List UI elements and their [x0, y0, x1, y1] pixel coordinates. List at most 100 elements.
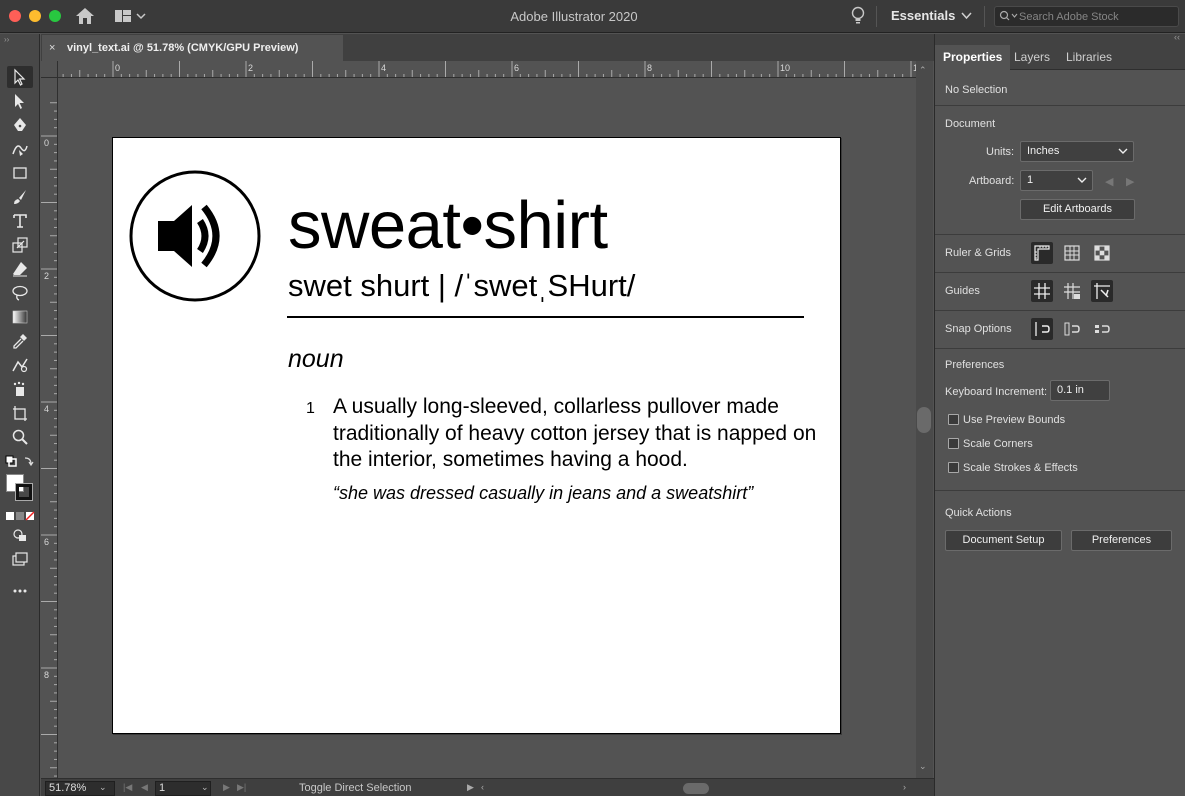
- symbol-sprayer-tool-icon[interactable]: [7, 378, 33, 400]
- chevron-down-icon[interactable]: [961, 11, 972, 20]
- horizontal-ruler[interactable]: 02468101: [58, 61, 916, 78]
- artboard-tool-icon[interactable]: [7, 402, 33, 424]
- stock-search-box[interactable]: [994, 6, 1179, 27]
- zoom-tool-icon[interactable]: [7, 426, 33, 448]
- previous-artboard-icon[interactable]: ◀: [141, 782, 148, 793]
- preferences-title: Preferences: [945, 359, 1005, 371]
- next-artboard-icon[interactable]: ▶: [223, 782, 230, 793]
- stroke-swatch[interactable]: [15, 483, 33, 501]
- keyboard-increment-field[interactable]: 0.1 in: [1050, 380, 1110, 401]
- gradient-tool-icon[interactable]: [7, 306, 33, 328]
- illustrator-window: Adobe Illustrator 2020 Essentials ››: [0, 0, 1185, 796]
- eraser-tool-icon[interactable]: [7, 258, 33, 280]
- paintbrush-tool-icon[interactable]: [7, 186, 33, 208]
- blend-tool-icon[interactable]: [7, 354, 33, 376]
- panel-divider: [935, 348, 1185, 349]
- close-tab-icon[interactable]: ×: [49, 42, 63, 54]
- next-artboard-icon[interactable]: ▶: [1126, 175, 1134, 188]
- color-mode-icons[interactable]: [5, 508, 35, 521]
- lightbulb-icon[interactable]: [850, 6, 866, 26]
- definition-number: 1: [306, 400, 315, 417]
- artboard-select[interactable]: 1: [1020, 170, 1093, 191]
- horizontal-scroll-thumb[interactable]: [683, 783, 709, 794]
- scale-corners-checkbox[interactable]: [948, 438, 959, 449]
- scale-tool-icon[interactable]: [7, 234, 33, 256]
- document-tab[interactable]: × vinyl_text.ai @ 51.78% (CMYK/GPU Previ…: [42, 35, 343, 61]
- tab-layers[interactable]: Layers: [1006, 45, 1058, 70]
- ruler-origin[interactable]: [41, 61, 58, 78]
- panel-divider: [935, 272, 1185, 273]
- selection-tool-icon[interactable]: [7, 66, 33, 88]
- rulers-icon[interactable]: [1031, 242, 1053, 264]
- speaker-icon[interactable]: [128, 169, 262, 303]
- panel-divider: [935, 234, 1185, 235]
- pen-tool-icon[interactable]: [7, 114, 33, 136]
- first-artboard-icon[interactable]: |◀: [123, 782, 132, 793]
- smart-guides-icon[interactable]: [1091, 280, 1113, 302]
- ruler-label: 2: [248, 63, 254, 73]
- ruler-label: 6: [514, 63, 520, 73]
- transparency-grid-icon[interactable]: [1091, 242, 1113, 264]
- vertical-scrollbar[interactable]: ⌃ ⌄: [916, 61, 933, 778]
- grid-icon[interactable]: [1061, 242, 1083, 264]
- scroll-up-icon[interactable]: ⌃: [919, 65, 927, 76]
- snap-to-glyph-icon[interactable]: [1091, 318, 1113, 340]
- document-setup-button[interactable]: Document Setup: [945, 530, 1062, 551]
- drawing-modes-icon[interactable]: [7, 524, 33, 546]
- collapse-panel-icon[interactable]: ‹‹: [1174, 32, 1180, 42]
- scale-strokes-checkbox[interactable]: [948, 462, 959, 473]
- tab-libraries[interactable]: Libraries: [1058, 45, 1120, 70]
- scroll-thumb[interactable]: [917, 407, 931, 433]
- collapse-toolbar-icon[interactable]: ››: [4, 35, 9, 44]
- panel-divider: [935, 310, 1185, 311]
- screen-mode-icon[interactable]: [7, 548, 33, 570]
- more-tools-icon[interactable]: [7, 580, 33, 602]
- lasso-tool-icon[interactable]: [7, 282, 33, 304]
- use-preview-bounds-label: Use Preview Bounds: [963, 414, 1066, 426]
- direct-selection-tool-icon[interactable]: [7, 90, 33, 112]
- example-sentence: “she was dressed casually in jeans and a…: [333, 483, 754, 503]
- units-select[interactable]: Inches: [1020, 141, 1134, 162]
- rectangle-tool-icon[interactable]: [7, 162, 33, 184]
- scale-strokes-label: Scale Strokes & Effects: [963, 462, 1078, 474]
- artboard-chevron-icon[interactable]: ⌄: [201, 782, 209, 793]
- last-artboard-icon[interactable]: ▶|: [237, 782, 246, 793]
- eyedropper-tool-icon[interactable]: [7, 330, 33, 352]
- quick-actions-title: Quick Actions: [945, 507, 1012, 519]
- properties-panel: ‹‹ Properties Layers Libraries No Select…: [934, 32, 1185, 796]
- scroll-left-icon[interactable]: ‹: [481, 782, 484, 792]
- scroll-down-icon[interactable]: ⌄: [919, 761, 927, 772]
- scroll-right-icon[interactable]: ›: [903, 782, 906, 792]
- selection-state: No Selection: [945, 84, 1008, 96]
- part-of-speech: noun: [288, 345, 344, 373]
- workspace-switcher[interactable]: Essentials: [891, 8, 955, 23]
- definition-text: A usually long-sleeved, collarless pullo…: [333, 395, 817, 471]
- vertical-ruler[interactable]: 0 2 4 6 8: [41, 78, 58, 778]
- keyboard-increment-label: Keyboard Increment:: [945, 386, 1048, 398]
- canvas[interactable]: sweat•shirt swet shurt | /ˈswetˌSHurt/ n…: [59, 79, 916, 778]
- artboard[interactable]: sweat•shirt swet shurt | /ˈswetˌSHurt/ n…: [112, 137, 841, 734]
- snap-to-pixel-icon[interactable]: [1061, 318, 1083, 340]
- lock-guides-icon[interactable]: [1061, 280, 1083, 302]
- preferences-button[interactable]: Preferences: [1071, 530, 1172, 551]
- tool-status-text[interactable]: Toggle Direct Selection: [299, 782, 412, 794]
- use-preview-bounds-checkbox[interactable]: [948, 414, 959, 425]
- stock-search-input[interactable]: [1019, 8, 1174, 25]
- previous-artboard-icon[interactable]: ◀: [1105, 175, 1113, 188]
- panel-divider: [935, 105, 1185, 106]
- zoom-chevron-icon[interactable]: ⌄: [99, 782, 107, 793]
- type-tool-icon[interactable]: [7, 210, 33, 232]
- status-bar: 51.78% ⌄ |◀ ◀ 1 ⌄ ▶ ▶| Toggle Direct Sel…: [41, 778, 934, 796]
- tab-properties[interactable]: Properties: [935, 45, 1011, 70]
- swap-colors-icon[interactable]: [5, 455, 35, 469]
- show-guides-icon[interactable]: [1031, 280, 1053, 302]
- ruler-label: 6: [44, 537, 50, 547]
- headword: sweat•shirt: [288, 188, 608, 263]
- panel-divider: [935, 490, 1185, 491]
- snap-to-point-icon[interactable]: [1031, 318, 1053, 340]
- status-menu-icon[interactable]: ▶: [467, 782, 474, 793]
- curvature-tool-icon[interactable]: [7, 138, 33, 160]
- edit-artboards-button[interactable]: Edit Artboards: [1020, 199, 1135, 220]
- divider-line: [287, 316, 804, 318]
- panel-tabs: Properties Layers Libraries: [935, 45, 1185, 70]
